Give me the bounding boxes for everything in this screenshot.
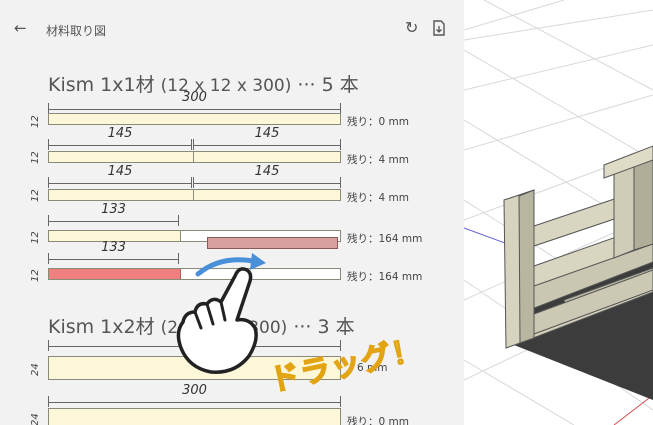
side-label: 24 bbox=[30, 413, 41, 425]
section-name: Kism 1x2材 bbox=[48, 316, 155, 338]
selected-piece[interactable] bbox=[49, 269, 181, 279]
dimension-label: 145 bbox=[254, 126, 280, 141]
dimension-label: 300 bbox=[182, 90, 207, 105]
side-label: 12 bbox=[30, 231, 41, 244]
dimension-line: 300 bbox=[48, 383, 341, 407]
remaining-label: 残り：4 mm bbox=[347, 154, 409, 166]
side-label: 12 bbox=[30, 115, 41, 128]
material-bar[interactable] bbox=[48, 151, 341, 163]
section-count: ··· 3 本 bbox=[293, 316, 355, 338]
remaining-label: 残り：164 mm bbox=[347, 233, 423, 245]
side-label: 24 bbox=[30, 363, 41, 376]
page-title: 材料取り図 bbox=[46, 24, 107, 38]
cutting-diagram-panel: ← 材料取り図 ↻ Kism 1x1材 (12 x 12 x 300) ··· … bbox=[0, 0, 464, 425]
hand-pointer-icon bbox=[176, 267, 258, 374]
dimension-line: 145 bbox=[48, 164, 192, 188]
dimension-label: 133 bbox=[101, 202, 126, 217]
material-bar[interactable] bbox=[48, 113, 341, 125]
remaining-label: 残り：0 mm bbox=[347, 416, 409, 425]
dimension-label: 133 bbox=[101, 240, 126, 255]
side-label: 12 bbox=[30, 189, 41, 202]
export-icon[interactable] bbox=[432, 20, 446, 40]
app-bar: ← 材料取り図 ↻ bbox=[0, 0, 464, 52]
dimension-line: 133 bbox=[48, 240, 179, 264]
cut-piece[interactable] bbox=[49, 152, 194, 162]
dimension-line: 133 bbox=[48, 202, 179, 226]
dimension-line: 300 bbox=[48, 90, 341, 114]
material-bar[interactable] bbox=[48, 189, 341, 201]
3d-box-model bbox=[464, 0, 653, 425]
remaining-label: 残り：164 mm bbox=[347, 271, 423, 283]
remaining-label: 残り：0 mm bbox=[347, 116, 409, 128]
dimension-line: 145 bbox=[48, 126, 192, 150]
dimension-label: 145 bbox=[254, 164, 280, 179]
dimension-line: 145 bbox=[193, 126, 341, 150]
material-bar[interactable] bbox=[48, 408, 341, 425]
refresh-icon[interactable]: ↻ bbox=[405, 18, 418, 37]
side-label: 12 bbox=[30, 269, 41, 282]
back-icon[interactable]: ← bbox=[14, 20, 27, 36]
dimension-line: 145 bbox=[193, 164, 341, 188]
cut-piece[interactable] bbox=[49, 190, 194, 200]
dimension-label: 145 bbox=[107, 126, 133, 141]
3d-preview-panel[interactable] bbox=[464, 0, 653, 425]
side-label: 12 bbox=[30, 151, 41, 164]
dimension-label: 145 bbox=[107, 164, 133, 179]
remaining-label: 残り：4 mm bbox=[347, 192, 409, 204]
